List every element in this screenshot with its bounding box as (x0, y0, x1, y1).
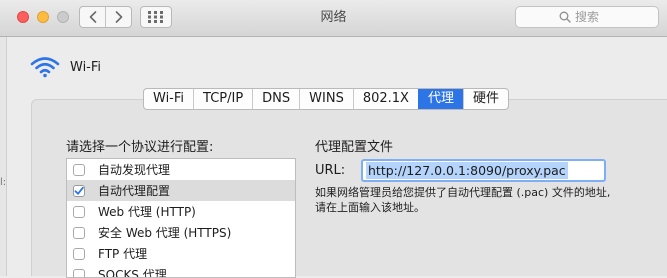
search-icon (559, 11, 571, 23)
nav-back-forward (79, 6, 132, 28)
search-field[interactable] (515, 6, 659, 28)
back-button[interactable] (80, 7, 105, 27)
url-input[interactable]: http://127.0.0.1:8090/proxy.pac (361, 159, 606, 182)
protocol-label: 自动代理配置 (98, 182, 170, 199)
help-line: 如果网络管理员给您提供了自动代理配置 (.pac) 文件的地址, (315, 185, 645, 200)
checkbox[interactable] (73, 227, 85, 239)
list-item[interactable]: Web 代理 (HTTP) (67, 201, 295, 222)
url-value: http://127.0.0.1:8090/proxy.pac (366, 162, 568, 179)
title-bar: 网络 (0, 0, 667, 37)
wifi-icon (30, 56, 60, 78)
checkmark-icon (74, 186, 84, 196)
protocol-label: FTP 代理 (98, 245, 147, 262)
protocol-heading: 请选择一个协议进行配置: (66, 136, 213, 155)
protocol-label: Web 代理 (HTTP) (98, 203, 196, 220)
tab-wifi[interactable]: Wi-Fi (144, 89, 193, 109)
close-window-button[interactable] (17, 11, 29, 23)
interface-name: Wi-Fi (70, 60, 101, 75)
tab-proxies[interactable]: 代理 (418, 89, 463, 109)
protocol-label: 安全 Web 代理 (HTTPS) (98, 224, 231, 241)
config-file-heading: 代理配置文件 (315, 136, 393, 155)
minimize-window-button[interactable] (37, 11, 49, 23)
grid-icon (148, 11, 164, 23)
checkbox[interactable] (73, 206, 85, 218)
tab-bar: Wi-Fi TCP/IP DNS WINS 802.1X 代理 硬件 (143, 88, 509, 110)
left-edge: l: (0, 37, 7, 276)
chevron-right-icon (115, 11, 123, 23)
checkbox[interactable] (73, 185, 85, 197)
forward-button[interactable] (105, 7, 131, 27)
checkbox[interactable] (73, 248, 85, 260)
help-line: 请在上面输入该地址。 (315, 200, 645, 215)
protocol-list[interactable]: 自动发现代理 自动代理配置 Web 代理 (HTTP) 安全 Web 代理 (H… (66, 158, 296, 278)
zoom-window-button[interactable] (57, 11, 69, 23)
tab-tcpip[interactable]: TCP/IP (193, 89, 252, 109)
list-item[interactable]: 安全 Web 代理 (HTTPS) (67, 222, 295, 243)
checkbox[interactable] (73, 164, 85, 176)
tab-dns[interactable]: DNS (252, 89, 299, 109)
chevron-left-icon (89, 11, 97, 23)
protocol-label: 自动发现代理 (98, 161, 170, 178)
left-edge-text: l: (0, 177, 6, 188)
tab-wins[interactable]: WINS (299, 89, 353, 109)
checkbox[interactable] (73, 269, 85, 278)
list-item[interactable]: 自动代理配置 (67, 180, 295, 201)
show-all-button[interactable] (140, 6, 172, 28)
interface-header: Wi-Fi (30, 56, 101, 78)
tab-8021x[interactable]: 802.1X (353, 89, 418, 109)
list-item[interactable]: 自动发现代理 (67, 159, 295, 180)
url-label: URL: (315, 163, 345, 178)
tab-hardware[interactable]: 硬件 (463, 89, 508, 109)
list-item[interactable]: FTP 代理 (67, 243, 295, 264)
help-text: 如果网络管理员给您提供了自动代理配置 (.pac) 文件的地址, 请在上面输入该… (315, 185, 645, 215)
protocol-label: SOCKS 代理 (98, 266, 167, 278)
search-input[interactable] (575, 10, 615, 24)
